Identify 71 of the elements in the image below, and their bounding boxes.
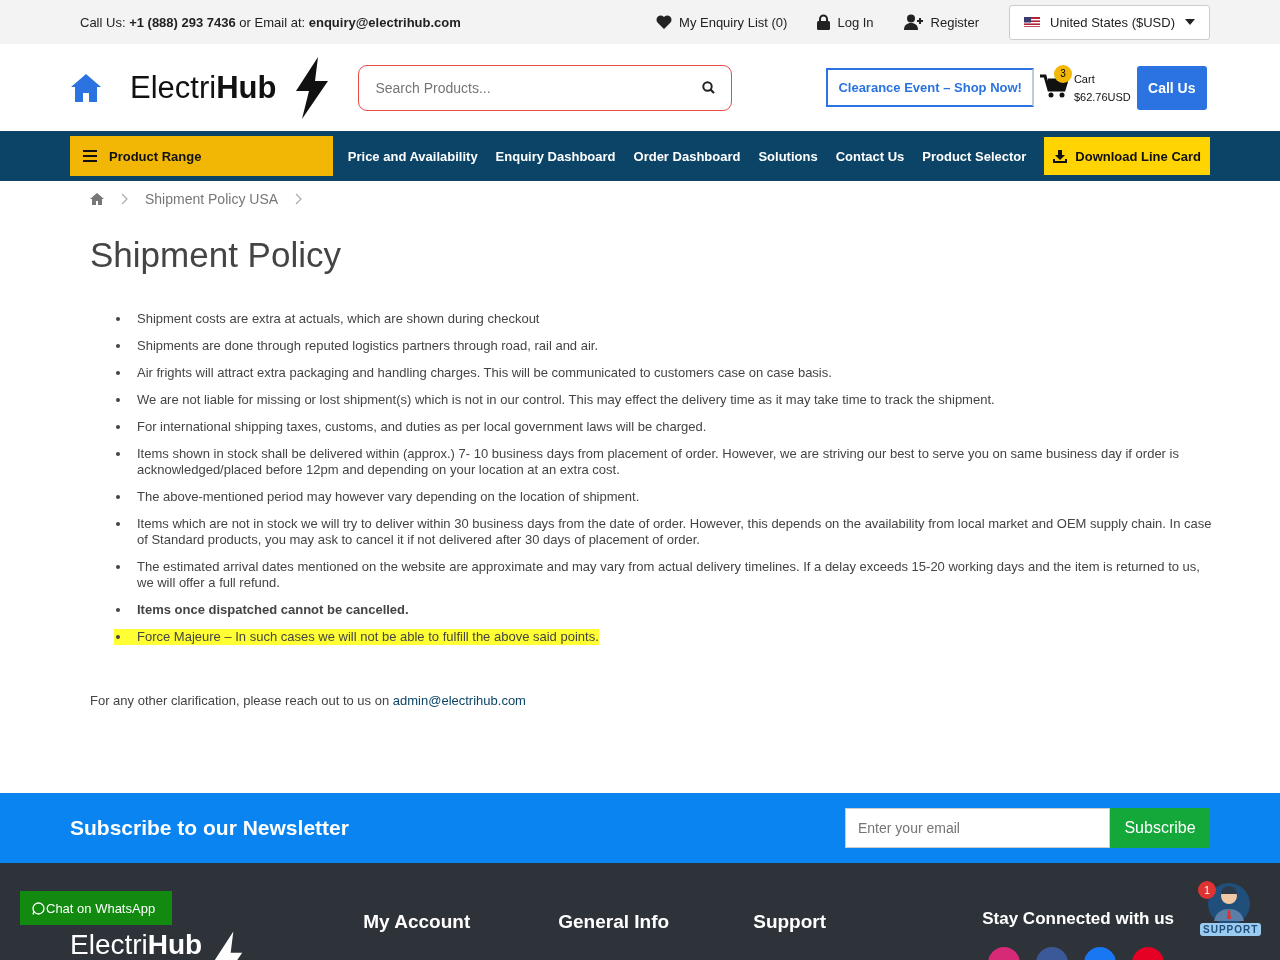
support-widget[interactable]: SUPPORT 1 (1198, 879, 1260, 941)
page-title: Shipment Policy (90, 235, 342, 275)
policy-item: Items which are not in stock we will try to deliver within 30 business days from the date of order. However, this depends on the availability from local market and OEM supply chain. In case of Standard products, you may ask to cancel it if not delivered after 30 days of placement of order. (137, 516, 1213, 548)
lock-icon (817, 14, 831, 30)
policy-item: We are not liable for missing or lost shipment(s) which is not in our control. This may effect the delivery time as it may take time to track the shipment. (137, 392, 996, 408)
bullet-icon (116, 608, 120, 612)
footer-logo[interactable]: ElectriHub (70, 931, 245, 960)
chevron-icon (121, 193, 128, 205)
bullet-icon (116, 522, 120, 526)
whatsapp-icon (32, 901, 45, 915)
policy-item: Items once dispatched cannot be cancelled. (137, 602, 410, 618)
cart-count-badge: 3 (1053, 64, 1072, 83)
footer-heading: Stay Connected with us (982, 909, 1174, 928)
support-label: SUPPORT (1200, 923, 1262, 936)
logo[interactable]: ElectriHub (130, 56, 331, 119)
breadcrumb-link[interactable]: Shipment Policy USA (145, 191, 279, 207)
chevron-icon (295, 193, 303, 205)
nav-link[interactable]: Order Dashboard (633, 148, 741, 164)
policy-item: Air frights will attract extra packaging and handling charges. This will be communicated to customers case on case basis. (137, 365, 833, 381)
lightning-icon (294, 56, 331, 119)
email-link[interactable]: admin@electrihub.com (392, 693, 526, 708)
bullet-icon (116, 452, 120, 456)
bullet-icon (116, 425, 120, 429)
footer-heading: Support (753, 911, 827, 932)
top-link[interactable]: Log In (817, 14, 874, 30)
policy-item: Shipment costs are extra at actuals, which are shown during checkout (137, 311, 541, 327)
nav-link[interactable]: Price and Availability (347, 148, 478, 164)
policy-item: Shipments are done through reputed logistics partners through road, rail and air. (137, 338, 600, 354)
top-link[interactable]: Register (903, 14, 979, 30)
whatsapp-button[interactable]: Chat on WhatsApp (20, 891, 172, 925)
product-range-button[interactable]: Product Range (70, 136, 333, 176)
nav-link[interactable]: Solutions (758, 148, 818, 164)
bullet-icon (116, 371, 120, 375)
policy-item: The above-mentioned period may however vary depending on the location of shipment. (137, 489, 641, 505)
footer-heading: General Info (558, 911, 670, 932)
contact-text: Call Us: +1 (888) 293 7436 or Email at: enquiry@electrihub.com (80, 14, 461, 30)
policy-item: The estimated arrival dates mentioned on the website are approximate and may vary from actual delivery timelines. If a delay exceeds 15-20 working days and the item is returned to us, we will offer a full refund. (137, 559, 1201, 591)
nav-link[interactable]: Contact Us (835, 148, 905, 164)
home-icon[interactable] (90, 193, 104, 205)
footer-heading: My Account (363, 911, 471, 932)
policy-item: Force Majeure – In such cases we will not be able to fulfill the above said points. (137, 629, 599, 645)
bullet-icon (116, 398, 120, 402)
cart-total: $62.76USD (1073, 90, 1131, 103)
bullet-icon (116, 495, 120, 499)
menu-icon (83, 150, 97, 162)
bullet-icon (116, 317, 120, 321)
search-icon[interactable] (702, 81, 716, 94)
download-icon (1053, 149, 1068, 163)
promo-link[interactable]: Clearance Event – Shop Now! (826, 68, 1034, 107)
notification-badge: 1 (1198, 881, 1216, 899)
note-text: For any other clarification, please reach out to us on (90, 693, 390, 708)
caret-icon (1185, 19, 1195, 25)
policy-item: For international shipping taxes, customs, and duties as per local government laws will be charged. (137, 419, 708, 435)
call-button[interactable]: Call Us (1136, 65, 1207, 110)
nav-link[interactable]: Enquiry Dashboard (495, 148, 616, 164)
currency-select[interactable]: United States ($USD) (1009, 4, 1210, 40)
add-user-icon (903, 14, 924, 30)
nav-link[interactable]: Product Selector (922, 148, 1027, 164)
top-link[interactable]: My Enquiry List (0) (656, 14, 788, 30)
email-field[interactable]: Enter your email (845, 808, 1110, 848)
bullet-icon (116, 344, 120, 348)
home-icon[interactable] (70, 72, 102, 103)
search-field[interactable]: Search Products... (358, 64, 733, 111)
newsletter-title: Subscribe to our Newsletter (70, 816, 349, 840)
heart-icon (656, 15, 673, 29)
bullet-icon (116, 635, 120, 639)
download-button[interactable]: Download Line Card (1044, 137, 1210, 175)
policy-item: Items shown in stock shall be delivered within (approx.) 7- 10 business days from placement of order. However, we are striving our best to serve you on same business day if order is acknowledged/placed before 12pm and depending on your location at an extra cost. (137, 446, 1180, 478)
cart-label: Cart (1073, 72, 1096, 85)
bullet-icon (116, 565, 120, 569)
flag-icon (1024, 17, 1040, 27)
